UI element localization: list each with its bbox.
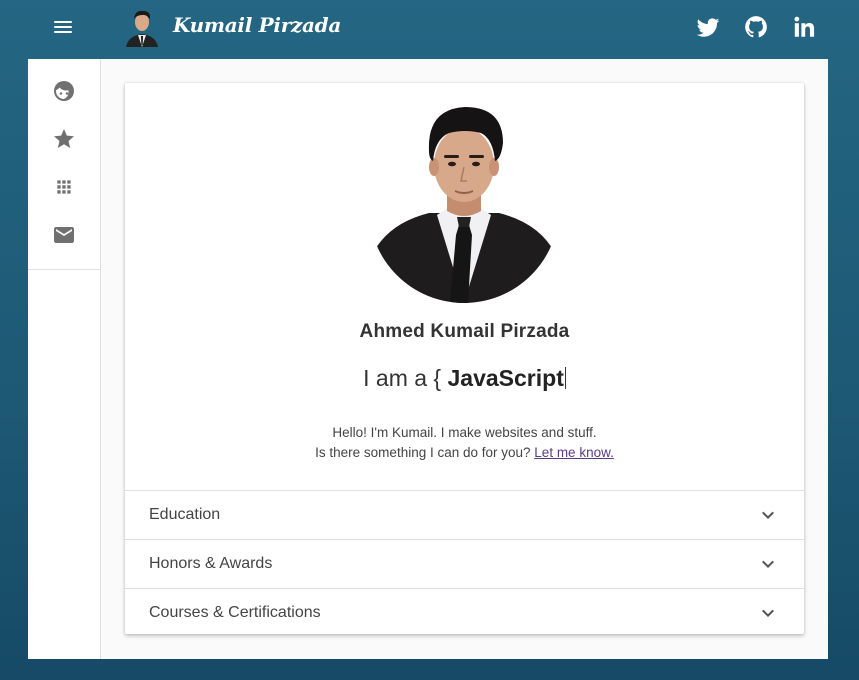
side-nav: [28, 59, 101, 659]
twitter-icon[interactable]: [695, 14, 721, 40]
chevron-down-icon: [762, 560, 774, 568]
intro-line-2: Is there something I can do for you?: [315, 445, 531, 460]
app-header: Kumail Pirzada: [0, 0, 859, 56]
chevron-down-icon: [762, 609, 774, 617]
section-honors-awards[interactable]: Honors & Awards: [125, 539, 804, 588]
star-icon: [54, 129, 74, 148]
menu-icon[interactable]: [48, 16, 78, 40]
nav-contact[interactable]: [28, 211, 100, 259]
avatar: [124, 7, 160, 47]
brand-title[interactable]: Kumail Pirzada: [173, 13, 341, 37]
intro-text: Hello! I'm Kumail. I make websites and s…: [125, 423, 804, 463]
profile-card: Ahmed Kumail Pirzada I am a { JavaScript…: [125, 83, 804, 634]
intro-line-1: Hello! I'm Kumail. I make websites and s…: [332, 425, 597, 440]
text-caret: [564, 367, 566, 389]
profile-photo: [369, 103, 559, 303]
section-label: Education: [149, 506, 221, 523]
section-label: Courses & Certifications: [149, 604, 321, 621]
mail-icon: [54, 227, 74, 243]
section-education[interactable]: Education: [125, 490, 804, 539]
apps-grid-icon: [57, 180, 71, 194]
section-courses-certifications[interactable]: Courses & Certifications: [125, 588, 804, 637]
nav-skills[interactable]: [28, 115, 100, 163]
profile-name: Ahmed Kumail Pirzada: [359, 321, 570, 342]
sections-accordion: Education Honors & Awards Courses & Cert…: [125, 490, 804, 637]
typing-prefix: I am a {: [363, 365, 442, 391]
main-panel: Ahmed Kumail Pirzada I am a { JavaScript…: [28, 59, 828, 659]
section-label: Honors & Awards: [149, 555, 273, 572]
nav-about[interactable]: [28, 67, 100, 115]
nav-projects[interactable]: [28, 163, 100, 211]
typing-word: JavaScript: [447, 365, 564, 391]
contact-link[interactable]: Let me know.: [534, 445, 614, 460]
face-icon: [54, 81, 74, 101]
linkedin-icon[interactable]: [791, 14, 817, 40]
typing-headline: I am a { JavaScript: [125, 365, 804, 392]
chevron-down-icon: [762, 511, 774, 519]
github-icon[interactable]: [743, 14, 769, 40]
